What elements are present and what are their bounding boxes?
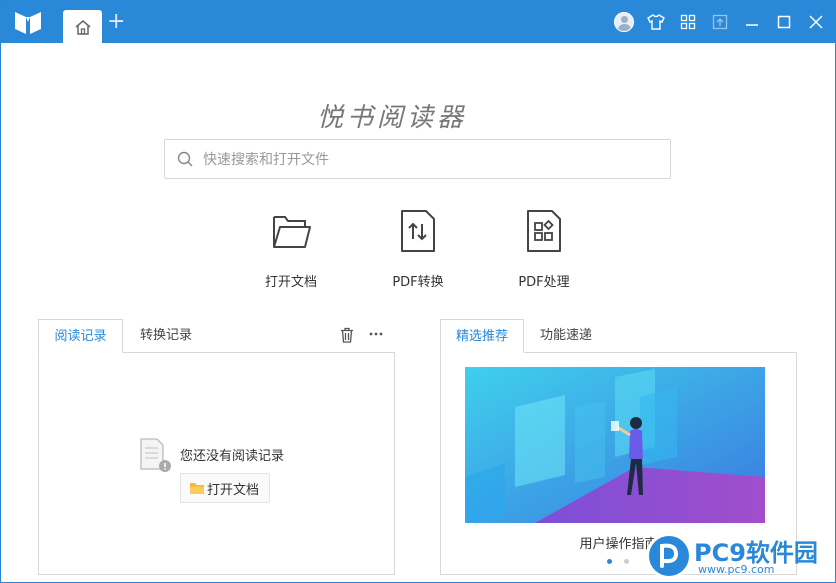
tab-feature-express[interactable]: 功能速递 — [526, 319, 606, 353]
tab-home[interactable] — [63, 10, 102, 43]
minimize-icon — [746, 24, 758, 26]
minimize-button[interactable] — [741, 11, 763, 33]
close-icon — [809, 15, 823, 29]
pdf-process-label: PDF处理 — [518, 275, 570, 290]
more-options-button[interactable] — [367, 326, 385, 344]
open-document-label: 打开文档 — [264, 275, 317, 290]
search-input[interactable] — [203, 149, 653, 171]
pdf-process-icon — [527, 210, 561, 252]
tab-reading-history[interactable]: 阅读记录 — [38, 319, 123, 353]
app-window: + 悦书阅读器 快速搜索和打开文件 打开文档 PDF转换 PDF处理 阅读记录 … — [0, 0, 836, 583]
upload-icon — [712, 14, 728, 30]
recommend-tabs: 精选推荐 功能速递 — [440, 319, 797, 353]
carousel-dots — [607, 559, 629, 564]
empty-document-icon — [140, 438, 171, 472]
open-document-button[interactable]: 打开文档 — [180, 473, 270, 503]
app-logo-icon — [15, 12, 41, 34]
pdf-convert-icon — [401, 210, 435, 252]
folder-small-icon — [190, 483, 204, 494]
user-avatar-button[interactable] — [613, 11, 635, 33]
title-bar: + — [1, 1, 836, 43]
pdf-convert-label: PDF转换 — [392, 275, 444, 290]
watermark-logo — [646, 533, 692, 579]
maximize-icon — [777, 15, 791, 29]
upload-button[interactable] — [709, 11, 731, 33]
watermark-url: www.pc9.com — [698, 563, 775, 576]
avatar — [614, 12, 634, 32]
delete-history-button[interactable] — [339, 327, 357, 345]
empty-history-text: 您还没有阅读记录 — [180, 449, 285, 464]
shirt-icon — [647, 14, 665, 30]
open-document-action[interactable]: 打开文档 — [246, 209, 336, 290]
apps-button[interactable] — [677, 11, 699, 33]
history-content: 您还没有阅读记录 打开文档 — [38, 352, 395, 575]
pdf-convert-action[interactable]: PDF转换 — [373, 209, 463, 290]
pdf-process-action[interactable]: PDF处理 — [499, 209, 589, 290]
app-title: 悦书阅读器 — [317, 103, 468, 133]
carousel-dot-1[interactable] — [607, 559, 612, 564]
search-icon — [177, 151, 193, 167]
more-icon — [369, 332, 383, 336]
pc9-logo-icon — [660, 543, 679, 568]
search-box[interactable] — [164, 139, 671, 179]
history-tabs: 阅读记录 转换记录 — [38, 319, 395, 353]
close-button[interactable] — [805, 11, 827, 33]
folder-icon — [273, 216, 311, 248]
tab-featured[interactable]: 精选推荐 — [440, 319, 524, 353]
watermark: PC9软件园 www.pc9.com — [646, 531, 834, 581]
home-icon — [75, 19, 90, 35]
tab-conversion-history[interactable]: 转换记录 — [126, 319, 206, 353]
maximize-button[interactable] — [773, 11, 795, 33]
trash-icon — [341, 327, 353, 343]
user-guide-banner[interactable] — [465, 367, 765, 523]
open-document-button-label: 打开文档 — [207, 482, 260, 498]
grid-icon — [680, 14, 696, 30]
skin-button[interactable] — [645, 11, 667, 33]
history-panel: 阅读记录 转换记录 您还没有阅读记录 打开文档 — [38, 319, 395, 575]
carousel-dot-2[interactable] — [624, 559, 629, 564]
add-tab-button[interactable]: + — [107, 11, 125, 33]
